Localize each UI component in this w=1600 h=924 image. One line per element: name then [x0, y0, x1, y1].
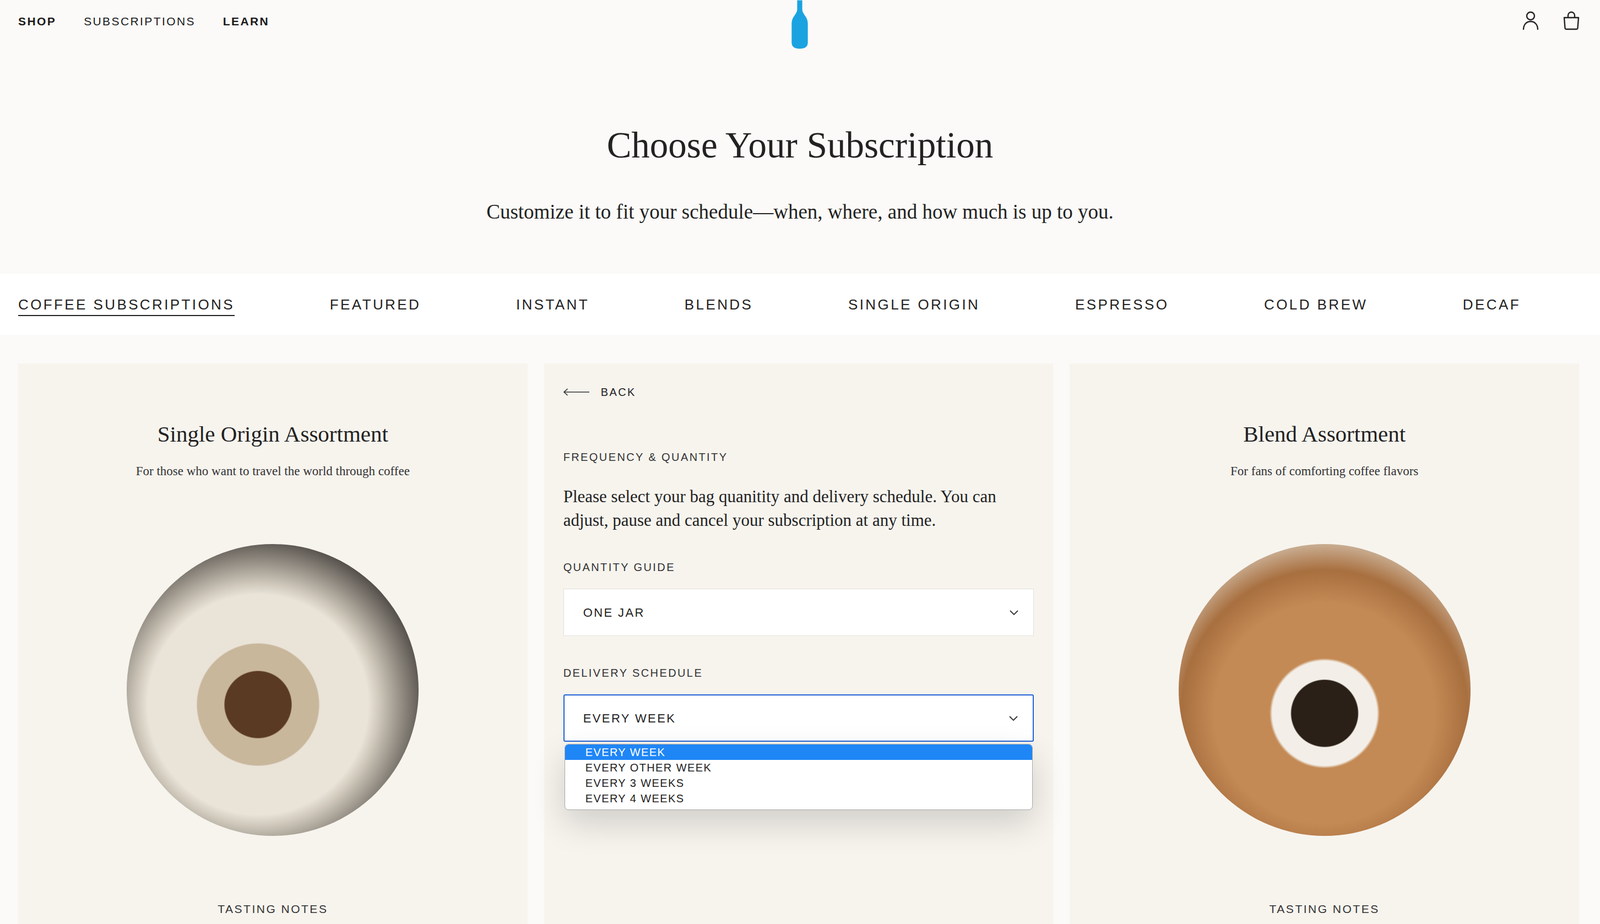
- top-nav: SHOP SUBSCRIPTIONS LEARN: [0, 0, 1600, 50]
- product-card[interactable]: Blend Assortment For fans of comforting c…: [1069, 363, 1580, 924]
- category-tab[interactable]: ESPRESSO: [1075, 295, 1169, 314]
- product-title: Single Origin Assortment: [18, 363, 528, 448]
- chevron-down-icon[interactable]: [1008, 714, 1019, 722]
- product-photo: [1178, 544, 1471, 837]
- account-icon[interactable]: [1521, 10, 1540, 31]
- select-wrapper: EVERY WEEKEVERY WEEKEVERY OTHER WEEKEVER…: [563, 694, 1035, 742]
- tasting-notes-label: TASTING NOTES: [18, 902, 528, 917]
- select-field[interactable]: EVERY WEEK: [563, 694, 1035, 742]
- select-value: ONE JAR: [583, 603, 645, 622]
- nav-link[interactable]: LEARN: [223, 14, 270, 29]
- product-photo: [126, 544, 419, 837]
- chevron-down-icon[interactable]: [1009, 609, 1019, 616]
- category-tab[interactable]: FEATURED: [329, 295, 421, 314]
- category-tab[interactable]: DECAF: [1462, 295, 1521, 314]
- product-card[interactable]: Single Origin Assortment For those who wa…: [18, 363, 528, 924]
- dropdown-option[interactable]: EVERY 3 WEEKS: [565, 775, 1033, 791]
- category-tab[interactable]: BLENDS: [684, 295, 753, 314]
- subscription-cards: Single Origin Assortment For those who wa…: [0, 363, 1600, 924]
- back-label: BACK: [600, 385, 637, 399]
- dropdown-option[interactable]: EVERY OTHER WEEK: [565, 760, 1033, 776]
- category-tab[interactable]: INSTANT: [516, 295, 590, 314]
- category-tabs: COFFEE SUBSCRIPTIONS FEATURED INSTANT BLEND…: [0, 273, 1600, 335]
- frequency-card: BACK FREQUENCY & QUANTITY Please select yo…: [544, 363, 1054, 924]
- back-button[interactable]: BACK: [563, 385, 637, 399]
- select-field[interactable]: ONE JAR: [563, 588, 1035, 637]
- tasting-notes-label: TASTING NOTES: [1069, 902, 1580, 917]
- page-subtitle: Customize it to fit your schedule—when, …: [0, 199, 1600, 225]
- product-subtitle: For those who want to travel the world t…: [18, 463, 528, 480]
- select-wrapper: ONE JAR: [563, 588, 1035, 637]
- product-title: Blend Assortment: [1069, 363, 1580, 448]
- section-description: Please select your bag quanitity and del…: [563, 484, 1035, 533]
- nav-links: SHOP SUBSCRIPTIONS LEARN: [18, 0, 788, 50]
- field-label: QUANTITY GUIDE: [563, 560, 1035, 574]
- category-tab[interactable]: COLD BREW: [1264, 295, 1368, 314]
- select-value: EVERY WEEK: [583, 709, 677, 728]
- logo-link[interactable]: [787, 0, 812, 50]
- nav-link[interactable]: SHOP: [18, 14, 57, 29]
- arrow-left-icon[interactable]: [563, 388, 590, 397]
- page-title: Choose Your Subscription: [0, 122, 1600, 167]
- section-heading: FREQUENCY & QUANTITY: [563, 450, 1035, 464]
- hero: Choose Your Subscription Customize it to …: [0, 122, 1600, 225]
- category-tab[interactable]: COFFEE SUBSCRIPTIONS: [18, 295, 235, 314]
- header-icons: [811, 0, 1582, 50]
- bag-icon[interactable]: [1561, 10, 1581, 31]
- dropdown-option[interactable]: EVERY WEEK: [565, 744, 1033, 761]
- bottle-logo-icon[interactable]: [787, 0, 812, 50]
- dropdown-list: EVERY WEEKEVERY OTHER WEEKEVERY 3 WEEKSE…: [564, 744, 1034, 811]
- dropdown-option[interactable]: EVERY 4 WEEKS: [565, 790, 1033, 807]
- field-label: DELIVERY SCHEDULE: [563, 666, 1035, 680]
- category-tab[interactable]: SINGLE ORIGIN: [848, 295, 980, 314]
- product-subtitle: For fans of comforting coffee flavors: [1069, 463, 1580, 480]
- nav-link[interactable]: SUBSCRIPTIONS: [83, 14, 196, 29]
